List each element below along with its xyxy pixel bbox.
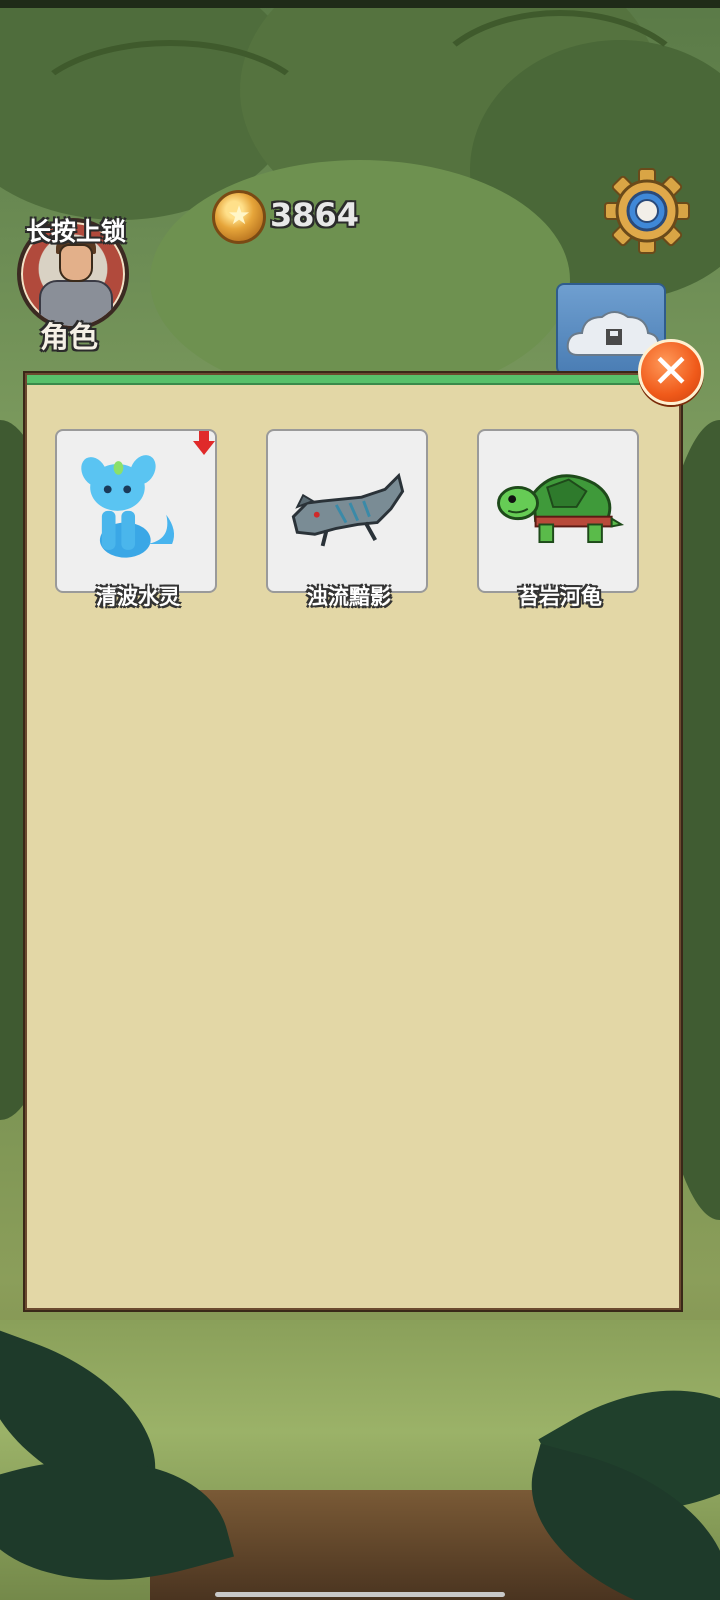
- pet-card-shadow-wolf[interactable]: 浊流黯影: [266, 429, 428, 609]
- moss-turtle-icon: [497, 474, 625, 544]
- pet-name: 清波水灵: [96, 585, 180, 609]
- coin-count: 3864: [270, 196, 360, 234]
- coin-icon: ★: [212, 190, 266, 244]
- shadow-wolf-icon: [291, 472, 405, 547]
- panel-header-bar: [27, 375, 679, 385]
- pet-card-moss-turtle[interactable]: 苔岩河龟: [477, 429, 639, 609]
- lock-hint-label: 长按上锁: [26, 217, 127, 246]
- water-spirit-icon: [81, 455, 175, 558]
- close-icon: ✕: [651, 344, 691, 398]
- close-button[interactable]: ✕: [638, 339, 704, 405]
- pet-name: 浊流黯影: [307, 585, 391, 609]
- red-down-arrow-icon: [193, 431, 215, 455]
- pet-card-water-spirit[interactable]: 清波水灵: [55, 429, 217, 609]
- role-label: 角色: [40, 320, 99, 354]
- gear-icon[interactable]: [604, 168, 690, 254]
- home-indicator: [215, 1592, 505, 1597]
- pet-name: 苔岩河龟: [518, 585, 602, 609]
- pet-panel: 清波水灵 浊流黯影 苔岩河龟: [25, 373, 681, 1310]
